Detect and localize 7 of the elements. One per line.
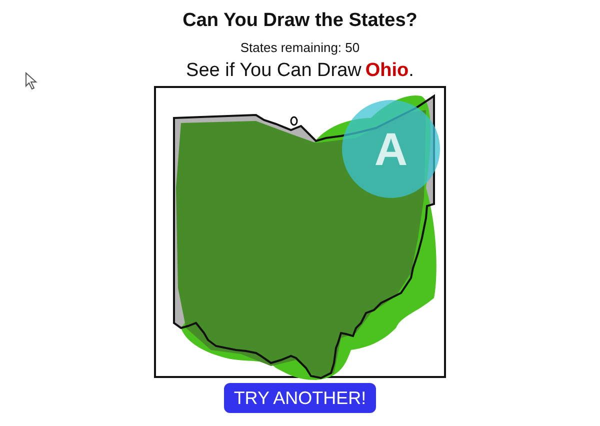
remaining-count: States remaining: 50 xyxy=(240,40,360,56)
try-another-button[interactable]: TRY ANOTHER! xyxy=(224,383,376,413)
state-name: Ohio xyxy=(365,60,409,82)
page-title: Can You Draw the States? xyxy=(182,9,418,33)
period-text: . xyxy=(408,60,414,82)
cursor-icon xyxy=(25,72,38,90)
prompt-text: See if You Can Draw xyxy=(186,60,362,82)
